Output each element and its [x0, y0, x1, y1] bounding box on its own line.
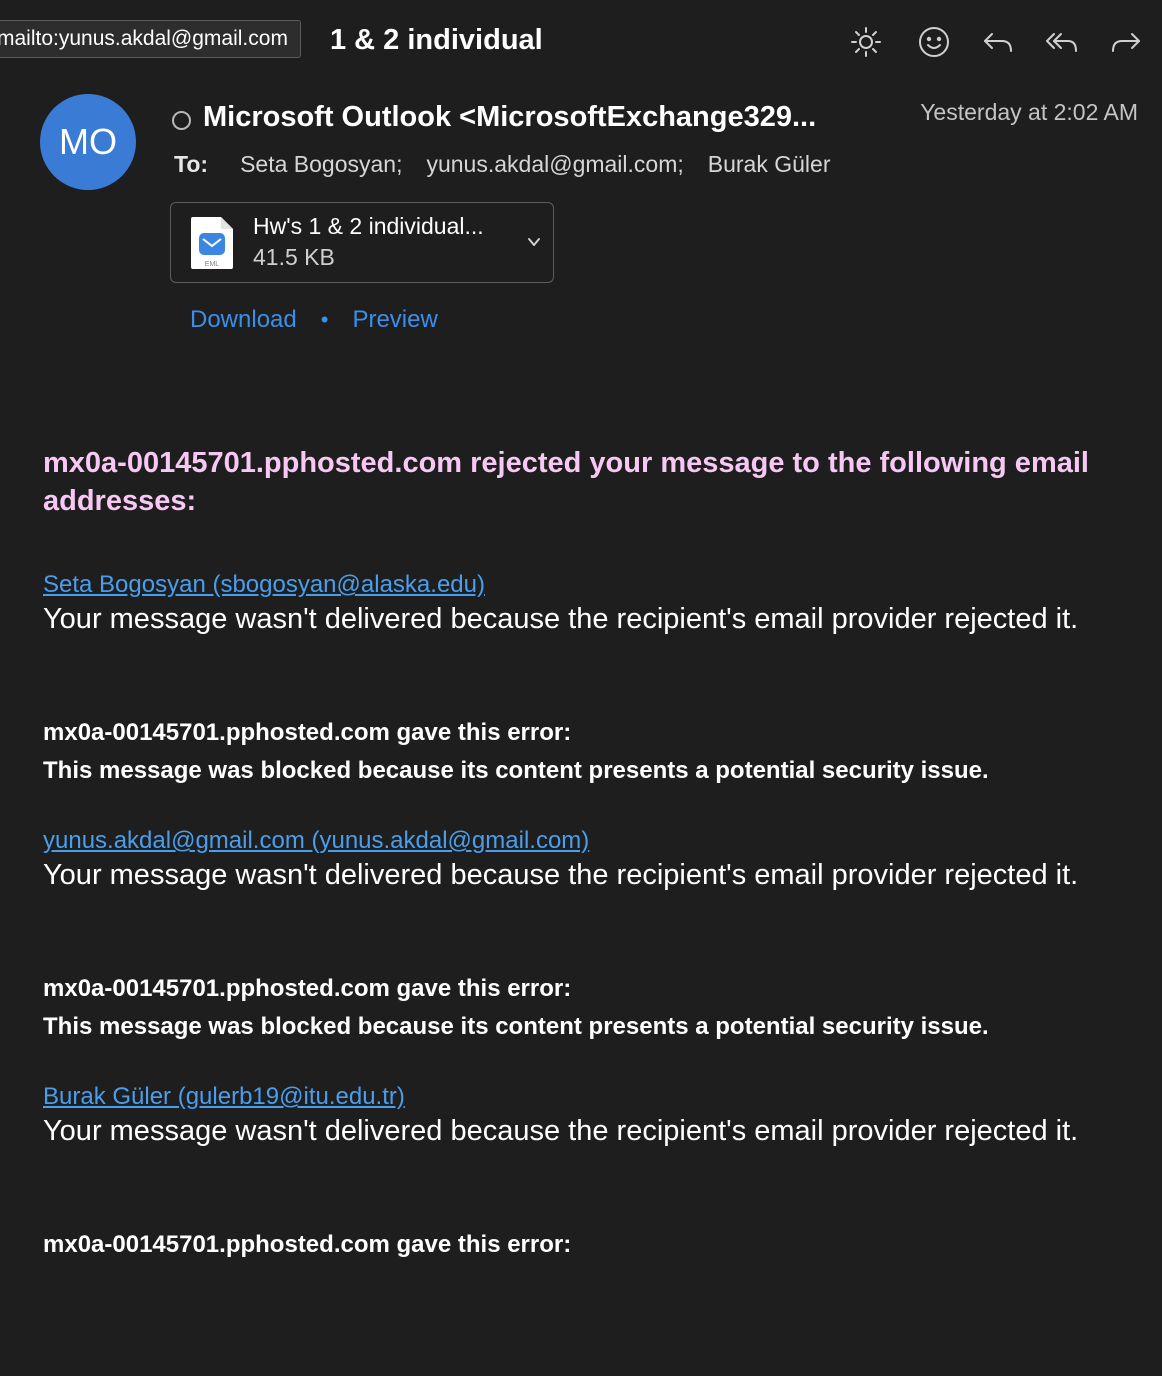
brightness-icon[interactable]: [846, 22, 886, 62]
forward-icon[interactable]: [1106, 22, 1146, 62]
delivery-message: Your message wasn't delivered because th…: [43, 1115, 1079, 1147]
message-date: Yesterday at 2:02 AM: [920, 99, 1138, 125]
chevron-down-icon[interactable]: [523, 231, 545, 253]
delivery-message: Your message wasn't delivered because th…: [43, 859, 1079, 891]
message-body: mx0a-00145701.pphosted.com rejected your…: [43, 444, 1133, 1264]
recipient-seta[interactable]: Seta Bogosyan;: [240, 151, 402, 178]
attachment-card[interactable]: EML Hw's 1 & 2 individual... 41.5 KB: [170, 202, 554, 283]
download-link[interactable]: Download: [190, 306, 297, 334]
eml-file-icon: EML: [191, 217, 233, 269]
bounce-headline: mx0a-00145701.pphosted.com rejected your…: [43, 447, 1089, 517]
message-toolbar: 1 & 2 individual mailto:yunus.akdal@gmai…: [0, 0, 1162, 84]
delivery-message: Your message wasn't delivered because th…: [43, 603, 1079, 635]
error-title: mx0a-00145701.pphosted.com gave this err…: [43, 1231, 572, 1258]
error-title: mx0a-00145701.pphosted.com gave this err…: [43, 975, 572, 1002]
recipients-row: To: Seta Bogosyan; yunus.akdal@gmail.com…: [174, 151, 854, 178]
sender-name[interactable]: Microsoft Outlook <MicrosoftExchange329.…: [203, 101, 816, 134]
error-description: This message was blocked because its con…: [43, 1013, 989, 1040]
message-subject: 1 & 2 individual: [330, 24, 543, 56]
link-tooltip: mailto:yunus.akdal@gmail.com: [0, 20, 301, 58]
recipient-yunus[interactable]: yunus.akdal@gmail.com;: [426, 151, 683, 178]
recipient-link[interactable]: Seta Bogosyan (sbogosyan@alaska.edu): [43, 570, 1133, 600]
action-separator: •: [320, 307, 329, 332]
attachment-size: 41.5 KB: [253, 244, 335, 270]
error-description: This message was blocked because its con…: [43, 757, 989, 784]
svg-text:EML: EML: [205, 261, 220, 268]
emoji-icon[interactable]: [914, 22, 954, 62]
attachment-name: Hw's 1 & 2 individual...: [253, 213, 484, 239]
recipient-link[interactable]: Burak Güler (gulerb19@itu.edu.tr): [43, 1082, 1133, 1112]
recipient-link[interactable]: yunus.akdal@gmail.com (yunus.akdal@gmail…: [43, 826, 1133, 856]
reply-icon[interactable]: [978, 22, 1018, 62]
error-title: mx0a-00145701.pphosted.com gave this err…: [43, 719, 572, 746]
recipient-burak[interactable]: Burak Güler: [708, 151, 831, 178]
preview-link[interactable]: Preview: [352, 306, 437, 334]
to-label: To:: [174, 151, 209, 177]
unread-status-icon[interactable]: [172, 111, 191, 130]
attachment-actions: Download • Preview: [190, 306, 438, 334]
reply-all-icon[interactable]: [1042, 22, 1082, 62]
sender-avatar: MO: [40, 94, 136, 190]
